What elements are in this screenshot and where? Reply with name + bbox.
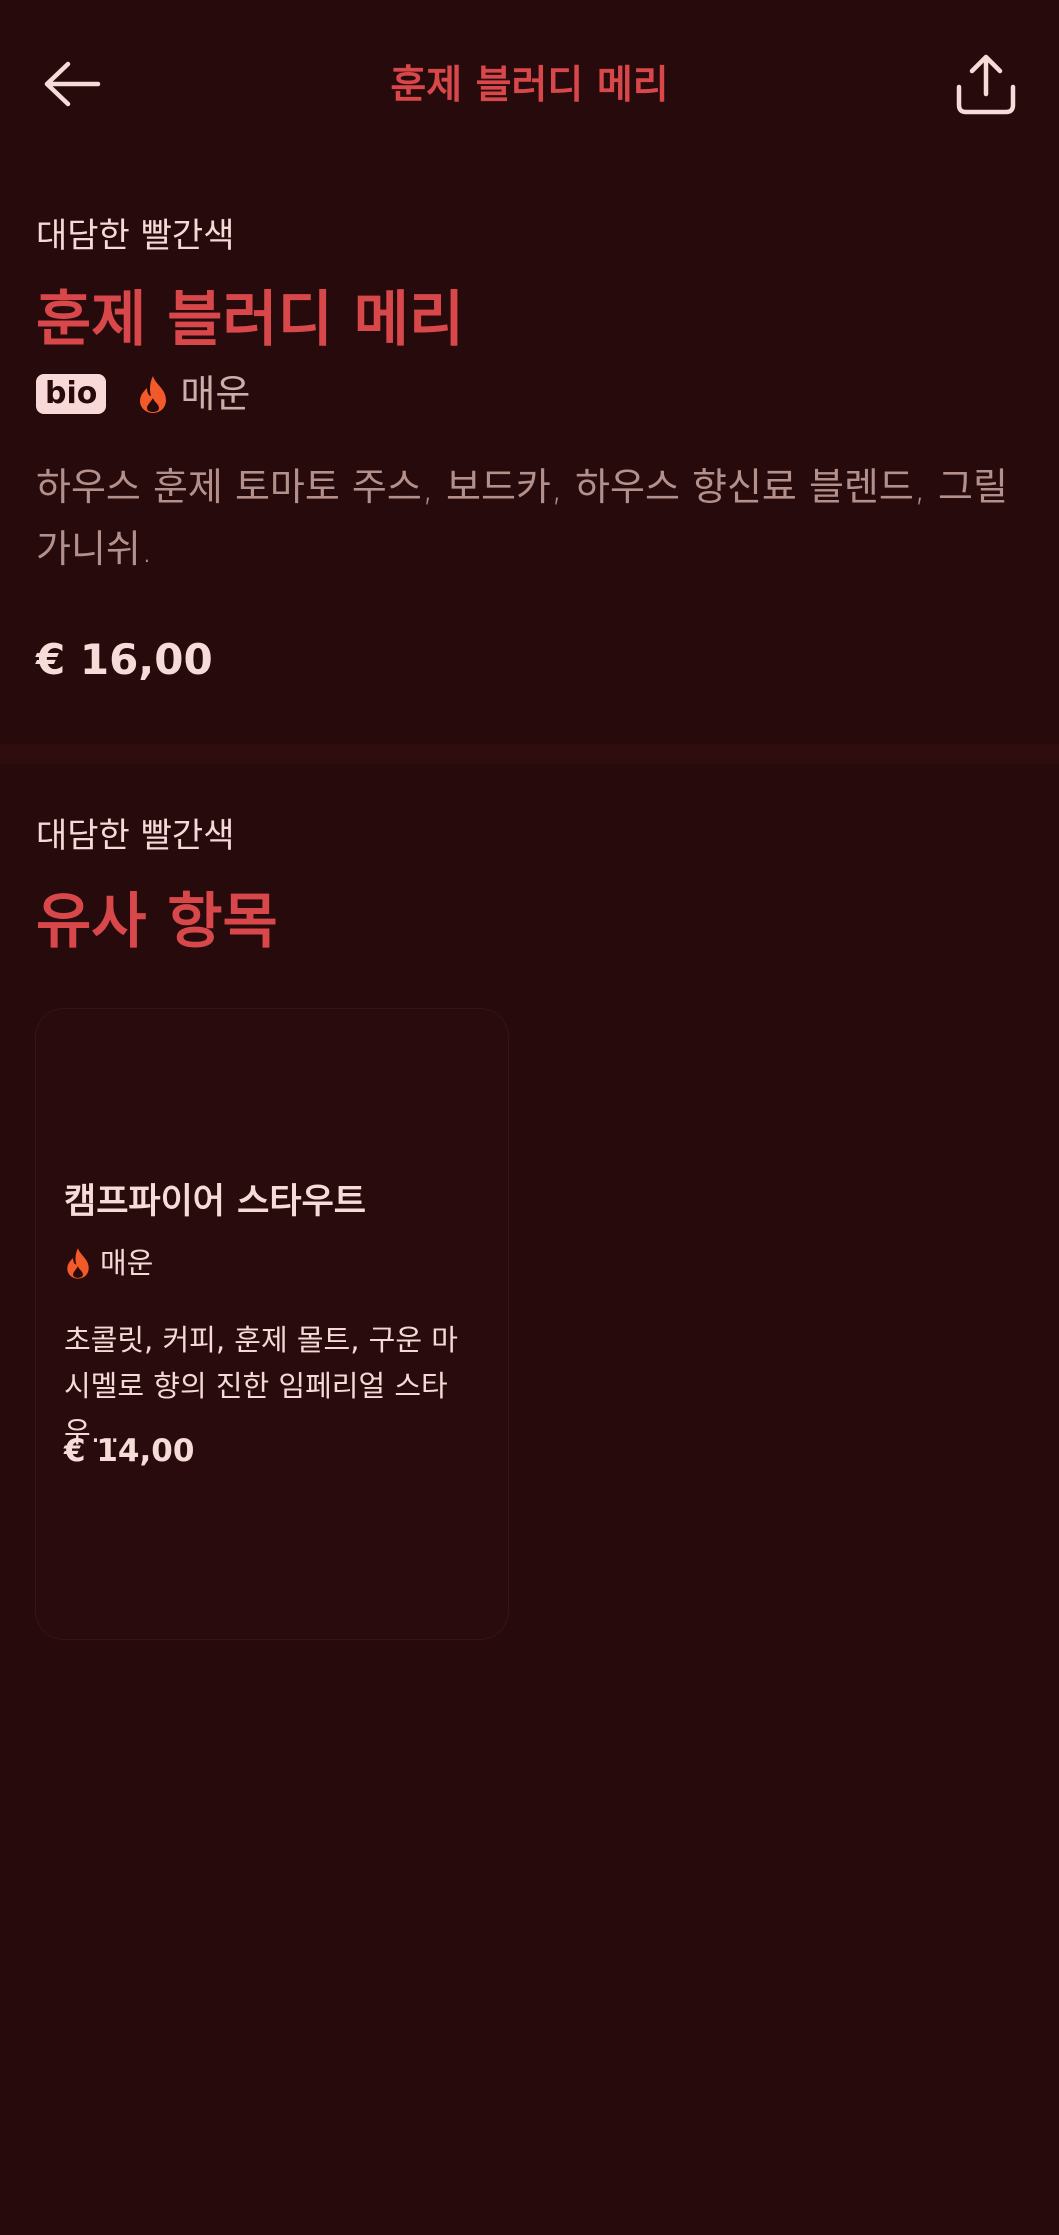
item-title: 훈제 블러디 메리 bbox=[36, 285, 465, 355]
item-category: 대담한 빨간색 bbox=[36, 216, 235, 256]
similar-section: 대담한 빨간색 유사 항목 bbox=[36, 812, 1026, 962]
similar-item-card[interactable]: 캠프파이어 스타우트 매운 초콜릿, 커피, 훈제 몰트, 구운 마시멜로 향의… bbox=[36, 1009, 508, 1639]
item-price: € 16,00 bbox=[36, 635, 213, 684]
card-tags: 매운 bbox=[64, 1241, 153, 1285]
spicy-label: 매운 bbox=[180, 372, 251, 416]
header-title: 훈제 블러디 메리 bbox=[390, 63, 669, 108]
item-description: 하우스 훈제 토마토 주스, 보드카, 하우스 향신료 블렌드, 그릴 가니쉬. bbox=[36, 465, 1008, 571]
card-title: 캠프파이어 스타우트 bbox=[64, 1182, 366, 1222]
similar-category: 대담한 빨간색 bbox=[36, 816, 235, 856]
card-price: € 14,00 bbox=[64, 1433, 195, 1469]
flame-icon bbox=[64, 1246, 92, 1280]
similar-title: 유사 항목 bbox=[36, 887, 278, 957]
arrow-left-icon bbox=[44, 61, 101, 107]
share-icon bbox=[956, 54, 1016, 115]
share-button[interactable] bbox=[950, 50, 1022, 120]
bio-badge: bio bbox=[36, 374, 107, 414]
item-detail: 대담한 빨간색 훈제 블러디 메리 bio 매운 하우스 훈제 토마토 주스, … bbox=[36, 212, 1026, 688]
item-tags: bio 매운 bbox=[36, 366, 1026, 422]
back-button[interactable] bbox=[36, 52, 108, 116]
section-divider bbox=[0, 744, 1059, 764]
top-bar: 훈제 블러디 메리 bbox=[0, 0, 1059, 170]
card-spicy-label: 매운 bbox=[100, 1246, 154, 1280]
flame-icon bbox=[136, 374, 170, 414]
